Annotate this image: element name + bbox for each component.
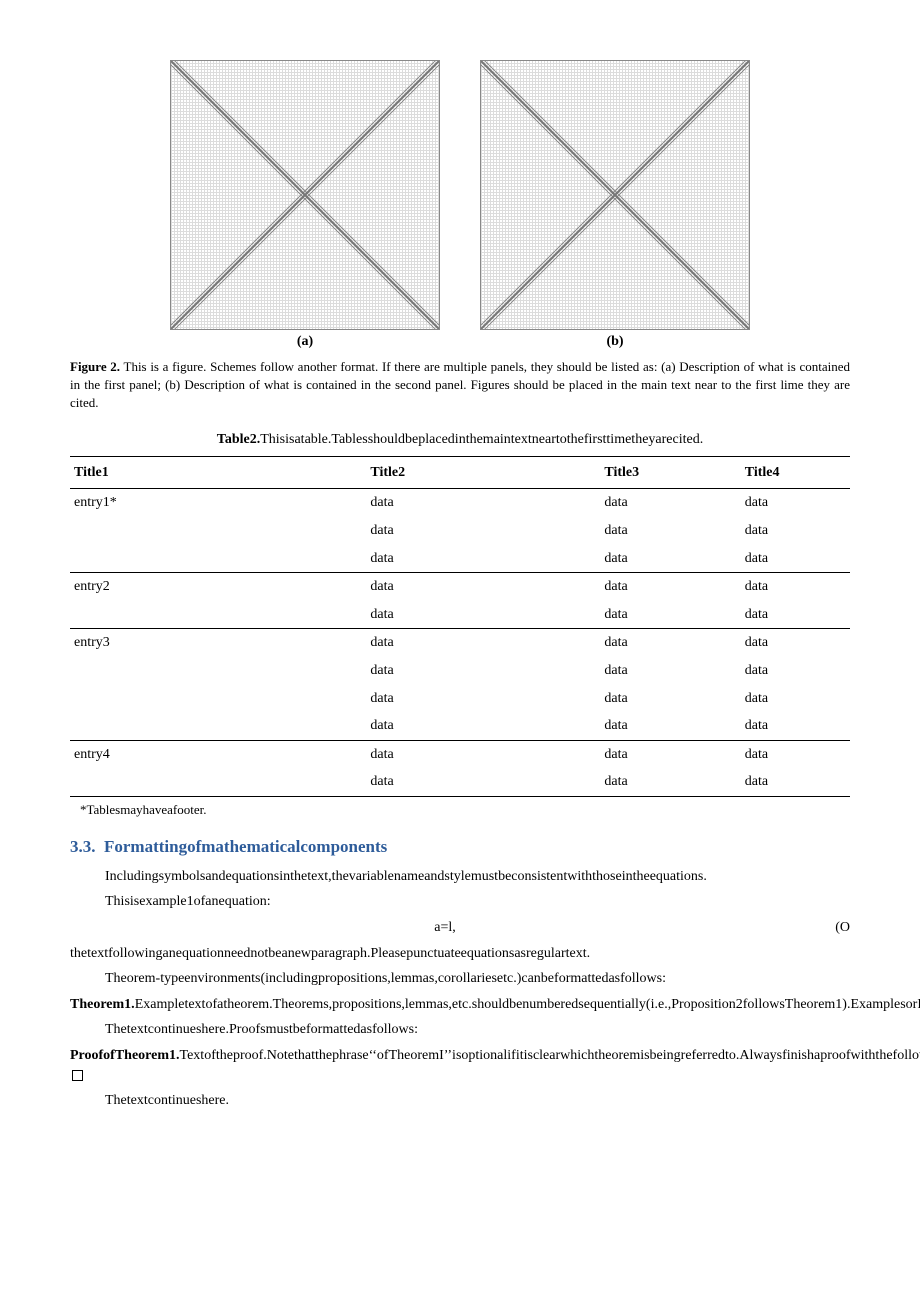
figure-placeholder-b [480,60,750,330]
equation-text: a=l, [70,918,820,938]
table-row: entry3datadatadata [70,629,850,657]
figure-row: (a) (b) [70,60,850,352]
table-row: entry1*datadatadata [70,489,850,517]
table-row: entry4datadatadata [70,740,850,768]
equation-number: (O [820,918,850,938]
paragraph-4: Theorem-typeenvironments(includingpropos… [70,969,850,989]
paragraph-1: Includingsymbolsandequationsinthetext,th… [70,867,850,887]
section-number: 3.3. [70,837,96,856]
data-table: Title1 Title2 Title3 Title4 entry1*datad… [70,456,850,797]
table-caption: Table2.Thisisatable.Tablesshouldbeplaced… [70,430,850,450]
figure-caption-text: This is a figure. Schemes follow another… [70,359,850,410]
table-cell: data [741,601,850,629]
table-cell: data [741,740,850,768]
table-cell: data [366,740,600,768]
table-cell: data [366,685,600,713]
table-row: datadatadata [70,685,850,713]
table-cell: data [600,601,740,629]
table-cell-entry: entry2 [70,573,366,601]
proof-lead: ProofofTheorem1. [70,1048,180,1063]
table-cell-entry [70,768,366,796]
table-cell: data [741,489,850,517]
figure-placeholder-a [170,60,440,330]
table-caption-text: Thisisatable.Tablesshouldbeplacedinthema… [260,432,703,447]
table-cell: data [600,629,740,657]
table-cell-entry [70,685,366,713]
figure-panel-b-label: (b) [606,332,623,352]
figure-panel-a: (a) [170,60,440,352]
table-row: datadatadata [70,768,850,796]
equation-row: a=l, (O [70,918,850,938]
table-cell: data [741,657,850,685]
paragraph-5: Thetextcontinueshere.Proofsmustbeformatt… [70,1020,850,1040]
table-row: datadatadata [70,657,850,685]
table-cell: data [366,657,600,685]
table-cell: data [600,545,740,573]
proof-body: Textoftheproof.Notethatthephrase‘‘ofTheo… [180,1048,920,1063]
table-caption-lead: Table2. [217,432,260,447]
table-cell: data [741,629,850,657]
table-cell: data [741,768,850,796]
table-cell: data [600,768,740,796]
table-cell: data [366,517,600,545]
table-cell: data [600,712,740,740]
theorem-block: Theorem1.Exampletextofatheorem.Theorems,… [70,995,850,1015]
paragraph-2: Thisisexample1ofanequation: [70,892,850,912]
table-row: entry2datadatadata [70,573,850,601]
paragraph-6: Thetextcontinueshere. [70,1091,850,1111]
table-row: datadatadata [70,517,850,545]
figure-caption: Figure 2. This is a figure. Schemes foll… [70,358,850,413]
table-cell: data [741,573,850,601]
theorem-body: Exampletextofatheorem.Theorems,propositi… [135,997,920,1012]
table-cell-entry [70,712,366,740]
table-cell: data [741,517,850,545]
table-cell-entry [70,517,366,545]
qed-icon [72,1070,83,1081]
table-cell: data [600,489,740,517]
figure-panel-b: (b) [480,60,750,352]
table-cell: data [366,629,600,657]
table-cell: data [600,685,740,713]
table-cell-entry: entry3 [70,629,366,657]
table-cell: data [600,517,740,545]
table-cell: data [366,712,600,740]
table-cell-entry [70,545,366,573]
table-cell: data [366,768,600,796]
table-cell: data [600,573,740,601]
figure-panel-a-label: (a) [297,332,313,352]
table-cell: data [366,545,600,573]
table-cell: data [600,740,740,768]
table-cell: data [741,545,850,573]
table-cell: data [366,573,600,601]
proof-block: ProofofTheorem1.Textoftheproof.Notethatt… [70,1046,850,1085]
table-cell: data [741,712,850,740]
section-heading: 3.3. Formattingofmathematicalcomponents [70,835,850,859]
table-row: datadatadata [70,712,850,740]
table-cell-entry: entry4 [70,740,366,768]
section-title: Formattingofmathematicalcomponents [104,837,387,856]
table-row: datadatadata [70,601,850,629]
table-cell: data [366,601,600,629]
table-header-1: Title1 [70,456,366,489]
table-header-3: Title3 [600,456,740,489]
table-cell: data [366,489,600,517]
table-cell-entry [70,657,366,685]
table-cell-entry: entry1* [70,489,366,517]
figure-caption-lead: Figure 2. [70,359,120,374]
table-cell-entry [70,601,366,629]
table-header-2: Title2 [366,456,600,489]
table-footer: *Tablesmayhaveafooter. [80,801,850,819]
theorem-lead: Theorem1. [70,997,135,1012]
table-cell: data [600,657,740,685]
table-row: datadatadata [70,545,850,573]
table-header-row: Title1 Title2 Title3 Title4 [70,456,850,489]
paragraph-3: thetextfollowinganequationneednotbeanewp… [70,944,850,964]
table-header-4: Title4 [741,456,850,489]
table-cell: data [741,685,850,713]
